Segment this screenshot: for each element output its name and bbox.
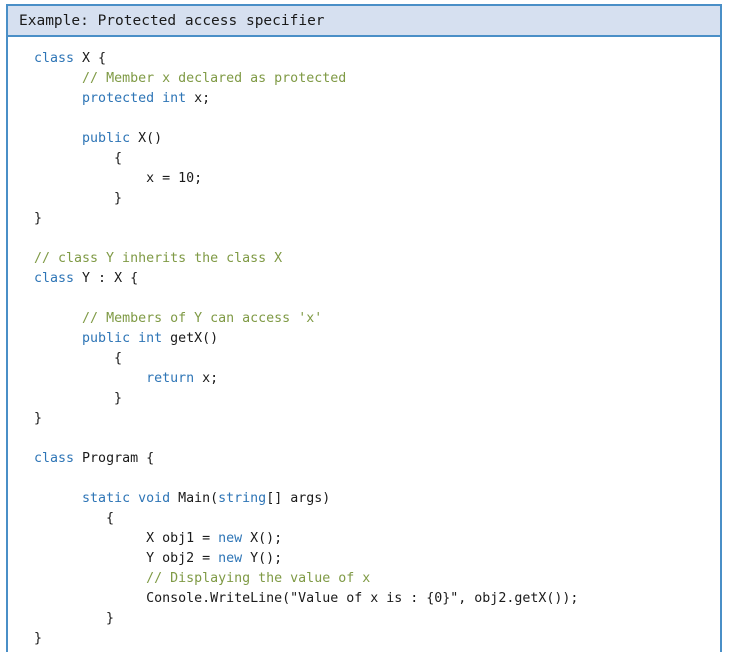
code-line: class X { <box>34 49 720 69</box>
code-token: } <box>34 391 123 406</box>
code-token: [] args) <box>266 491 331 506</box>
code-token: new <box>218 551 251 566</box>
code-token: // Member x declared as protected <box>82 71 347 86</box>
code-line: } <box>34 189 720 209</box>
code-token: x; <box>202 371 219 386</box>
code-token: class <box>34 271 83 286</box>
code-line: class Program { <box>34 449 720 469</box>
example-title: Example: Protected access specifier <box>19 12 325 29</box>
code-token: } <box>34 631 43 646</box>
code-line: // Member x declared as protected <box>34 69 720 89</box>
code-line: } <box>34 389 720 409</box>
code-line: X obj1 = new X(); <box>34 529 720 549</box>
code-token: { <box>34 511 115 526</box>
code-token: } <box>34 191 123 206</box>
code-line: } <box>34 209 720 229</box>
code-area: class X { // Member x declared as protec… <box>8 37 720 652</box>
code-token: // class Y inherits the class X <box>34 251 283 266</box>
code-line: { <box>34 149 720 169</box>
code-token: string <box>218 491 267 506</box>
code-token: Y obj2 = <box>34 551 219 566</box>
code-line: protected int x; <box>34 89 720 109</box>
code-token: class <box>34 51 83 66</box>
code-line: } <box>34 409 720 429</box>
code-token: class <box>34 451 83 466</box>
code-token: X obj1 = <box>34 531 219 546</box>
code-token: public int <box>82 331 171 346</box>
code-line: Y obj2 = new Y(); <box>34 549 720 569</box>
code-line: } <box>34 609 720 629</box>
code-token: return <box>146 371 203 386</box>
code-line: public int getX() <box>34 329 720 349</box>
code-token: x; <box>194 91 211 106</box>
code-line: class Y : X { <box>34 269 720 289</box>
example-header-bar: Example: Protected access specifier <box>8 6 720 37</box>
code-line: } <box>34 629 720 649</box>
code-token: { <box>34 351 123 366</box>
code-line: return x; <box>34 369 720 389</box>
code-token: X(); <box>250 531 283 546</box>
code-block: class X { // Member x declared as protec… <box>8 49 720 649</box>
code-token: Y(); <box>250 551 283 566</box>
code-token: Program { <box>82 451 155 466</box>
code-line: { <box>34 509 720 529</box>
code-token: x = 10; <box>34 171 203 186</box>
code-token: Main( <box>178 491 219 506</box>
example-container: Example: Protected access specifier clas… <box>6 4 722 652</box>
code-token: X() <box>138 131 163 146</box>
code-line: // class Y inherits the class X <box>34 249 720 269</box>
code-token: } <box>34 211 43 226</box>
code-token: // Members of Y can access 'x' <box>82 311 323 326</box>
code-token: getX() <box>170 331 219 346</box>
code-token: } <box>34 611 115 626</box>
code-line: public X() <box>34 129 720 149</box>
code-line: { <box>34 349 720 369</box>
code-token: { <box>34 151 123 166</box>
code-token: protected int <box>82 91 195 106</box>
code-line: Console.WriteLine("Value of x is : {0}",… <box>34 589 720 609</box>
code-token: } <box>34 411 43 426</box>
code-token: // Displaying the value of x <box>146 571 371 586</box>
code-line: // Displaying the value of x <box>34 569 720 589</box>
code-token: new <box>218 531 251 546</box>
code-lines-container: class X { // Member x declared as protec… <box>34 49 720 649</box>
code-token: public <box>82 131 139 146</box>
code-token: Console.WriteLine("Value of x is : {0}",… <box>34 591 579 606</box>
code-token: X { <box>82 51 107 66</box>
code-line: x = 10; <box>34 169 720 189</box>
code-token: Y : X { <box>82 271 139 286</box>
code-line: static void Main(string[] args) <box>34 489 720 509</box>
code-token: static void <box>82 491 179 506</box>
code-line: // Members of Y can access 'x' <box>34 309 720 329</box>
